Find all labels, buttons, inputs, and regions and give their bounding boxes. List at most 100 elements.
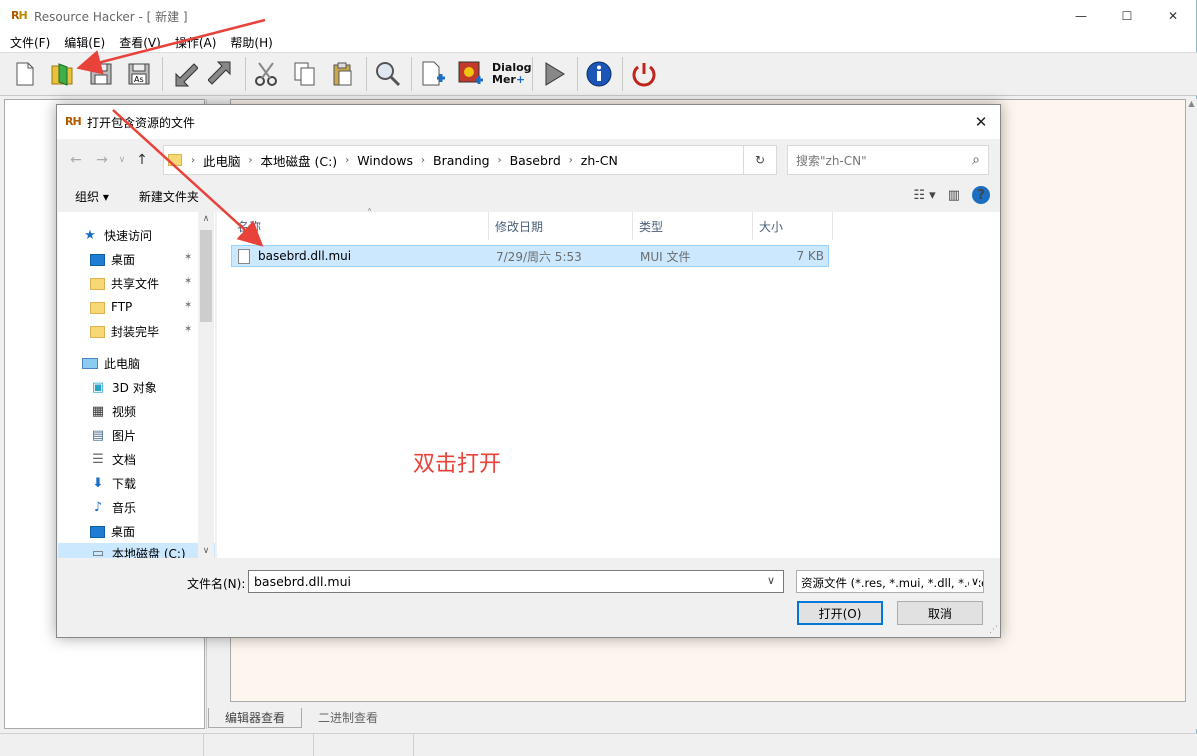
scroll-down-arrow-icon[interactable]: ∨	[198, 546, 214, 556]
menu-help[interactable]: 帮助(H)	[230, 34, 272, 51]
file-list[interactable]: 名称 ˄ 修改日期 类型 大小 basebrd.dll.mui 7/29/周六 5…	[217, 208, 1000, 558]
scroll-up-arrow-icon[interactable]: ▲	[1186, 99, 1197, 108]
help-icon[interactable]: ?	[972, 186, 990, 204]
refresh-icon: ↻	[754, 153, 766, 167]
nav-videos[interactable]: ▦ 视频	[90, 399, 136, 423]
music-note-icon: ♪	[93, 499, 103, 515]
breadcrumb-zh-cn[interactable]: zh-CN	[581, 153, 618, 168]
nav-3d-objects[interactable]: ▣ 3D 对象	[90, 375, 157, 399]
nav-label: 音乐	[112, 500, 137, 515]
nav-history-dropdown-icon[interactable]: ∨	[115, 155, 129, 165]
save-as-button[interactable]: As	[122, 57, 156, 91]
nav-label: 此电脑	[104, 356, 141, 371]
about-button[interactable]	[582, 57, 616, 91]
menu-view[interactable]: 查看(V)	[119, 34, 161, 51]
editor-scrollbar[interactable]: ▲	[1186, 99, 1197, 729]
nav-quick-access[interactable]: ★ 快速访问	[82, 223, 152, 247]
nav-back-button[interactable]: ←	[63, 152, 89, 168]
menu-action[interactable]: 操作(A)	[175, 34, 217, 51]
column-header-name[interactable]: 名称 ˄	[231, 208, 489, 240]
compile-run-button[interactable]	[537, 57, 571, 91]
breadcrumb-separator[interactable]: ›	[191, 155, 195, 166]
nav-desktop[interactable]: 桌面 ✶	[90, 247, 200, 271]
menu-file[interactable]: 文件(F)	[10, 34, 50, 51]
tab-binary-view[interactable]: 二进制查看	[302, 708, 394, 728]
filename-input[interactable]	[248, 570, 784, 593]
film-icon: ▦	[91, 403, 105, 419]
file-row[interactable]: basebrd.dll.mui 7/29/周六 5:53 MUI 文件 7 KB	[231, 245, 829, 267]
cut-button[interactable]	[250, 57, 284, 91]
nav-this-pc[interactable]: 此电脑	[82, 351, 140, 375]
pin-icon: ✶	[184, 300, 193, 311]
cancel-button[interactable]: 取消	[897, 601, 983, 625]
tab-editor-view[interactable]: 编辑器查看	[208, 708, 303, 728]
paste-button[interactable]	[326, 57, 360, 91]
column-header-type[interactable]: 类型	[633, 212, 753, 240]
filetype-value: 资源文件 (*.res, *.mui, *.dll, *.exe)	[801, 576, 984, 590]
add-image-button[interactable]	[454, 57, 488, 91]
new-folder-button[interactable]: 新建文件夹	[139, 188, 199, 205]
organize-menu[interactable]: 组织 ▾	[75, 188, 109, 205]
nav-shared-files[interactable]: 共享文件 ✶	[90, 271, 200, 295]
maximize-button[interactable]: ☐	[1104, 0, 1150, 32]
close-button[interactable]: ✕	[1150, 0, 1196, 32]
nav-local-disk[interactable]: ▭ 本地磁盘 (C:)	[58, 543, 215, 558]
resize-grip-icon[interactable]: ⋰	[989, 625, 998, 635]
nav-ftp[interactable]: FTP ✶	[90, 295, 200, 319]
toolbar-separator	[577, 57, 578, 91]
forward-button[interactable]	[205, 57, 239, 91]
change-view-icon[interactable]: ☷ ▾	[913, 188, 935, 203]
minimize-button[interactable]: —	[1058, 0, 1104, 32]
breadcrumb-branding[interactable]: Branding	[433, 153, 490, 168]
breadcrumb-this-pc[interactable]: 此电脑	[203, 151, 241, 170]
nav-music[interactable]: ♪ 音乐	[90, 495, 136, 519]
preview-pane-icon[interactable]: ▥	[948, 188, 960, 203]
open-file-button[interactable]	[46, 57, 80, 91]
filename-label: 文件名(N):	[187, 577, 246, 591]
breadcrumb-separator[interactable]: ›	[498, 155, 502, 166]
breadcrumb-separator[interactable]: ›	[249, 155, 253, 166]
address-bar[interactable]: › 此电脑 › 本地磁盘 (C:) › Windows › Branding ›…	[163, 145, 773, 175]
breadcrumb-separator[interactable]: ›	[569, 155, 573, 166]
add-resource-button[interactable]	[416, 57, 450, 91]
nav-forward-button[interactable]: →	[89, 152, 115, 168]
dialog-close-button[interactable]: ✕	[968, 109, 994, 135]
command-bar: 组织 ▾ 新建文件夹 ☷ ▾ ▥ ?	[57, 181, 1000, 211]
filetype-select[interactable]: 资源文件 (*.res, *.mui, *.dll, *.exe) ∨	[796, 570, 984, 593]
nav-label: 图片	[112, 428, 137, 443]
file-type: MUI 文件	[640, 249, 691, 264]
breadcrumb-separator[interactable]: ›	[345, 155, 349, 166]
navigation-scrollbar[interactable]: ∧ ∨	[198, 212, 214, 558]
file-size: 7 KB	[796, 249, 824, 263]
open-button[interactable]: 打开(O)	[797, 601, 883, 625]
refresh-button[interactable]: ↻	[743, 145, 777, 175]
nav-downloads[interactable]: ⬇ 下载	[90, 471, 136, 495]
copy-button[interactable]	[288, 57, 322, 91]
search-input[interactable]: 搜索"zh-CN" ⌕	[787, 145, 989, 175]
nav-desktop-2[interactable]: 桌面	[90, 519, 135, 543]
find-button[interactable]	[371, 57, 405, 91]
folder-icon	[90, 326, 105, 338]
nav-packaged[interactable]: 封装完毕 ✶	[90, 319, 200, 343]
column-header-size[interactable]: 大小	[753, 212, 833, 240]
breadcrumb-windows[interactable]: Windows	[357, 153, 413, 168]
scroll-up-arrow-icon[interactable]: ∧	[198, 214, 214, 224]
breadcrumb-separator[interactable]: ›	[421, 155, 425, 166]
breadcrumb-local-disk[interactable]: 本地磁盘 (C:)	[261, 151, 338, 170]
save-button[interactable]	[84, 57, 118, 91]
nav-up-button[interactable]: ↑	[129, 152, 155, 168]
nav-pictures[interactable]: ▤ 图片	[90, 423, 136, 447]
menu-edit[interactable]: 编辑(E)	[64, 34, 105, 51]
scrollbar-thumb[interactable]	[200, 230, 212, 322]
back-button[interactable]	[167, 57, 201, 91]
exit-button[interactable]	[627, 57, 661, 91]
view-controls: ☷ ▾ ▥ ?	[901, 186, 990, 204]
breadcrumb-basebrd[interactable]: Basebrd	[510, 153, 561, 168]
dialog-menu-button[interactable]: Dialog Mer+	[492, 57, 532, 91]
filename-dropdown-icon[interactable]: ∨	[767, 574, 775, 587]
new-file-button[interactable]	[8, 57, 42, 91]
nav-label: 快速访问	[104, 228, 153, 243]
column-header-date[interactable]: 修改日期	[489, 212, 633, 240]
nav-documents[interactable]: ☰ 文档	[90, 447, 136, 471]
nav-label: 视频	[112, 404, 137, 419]
